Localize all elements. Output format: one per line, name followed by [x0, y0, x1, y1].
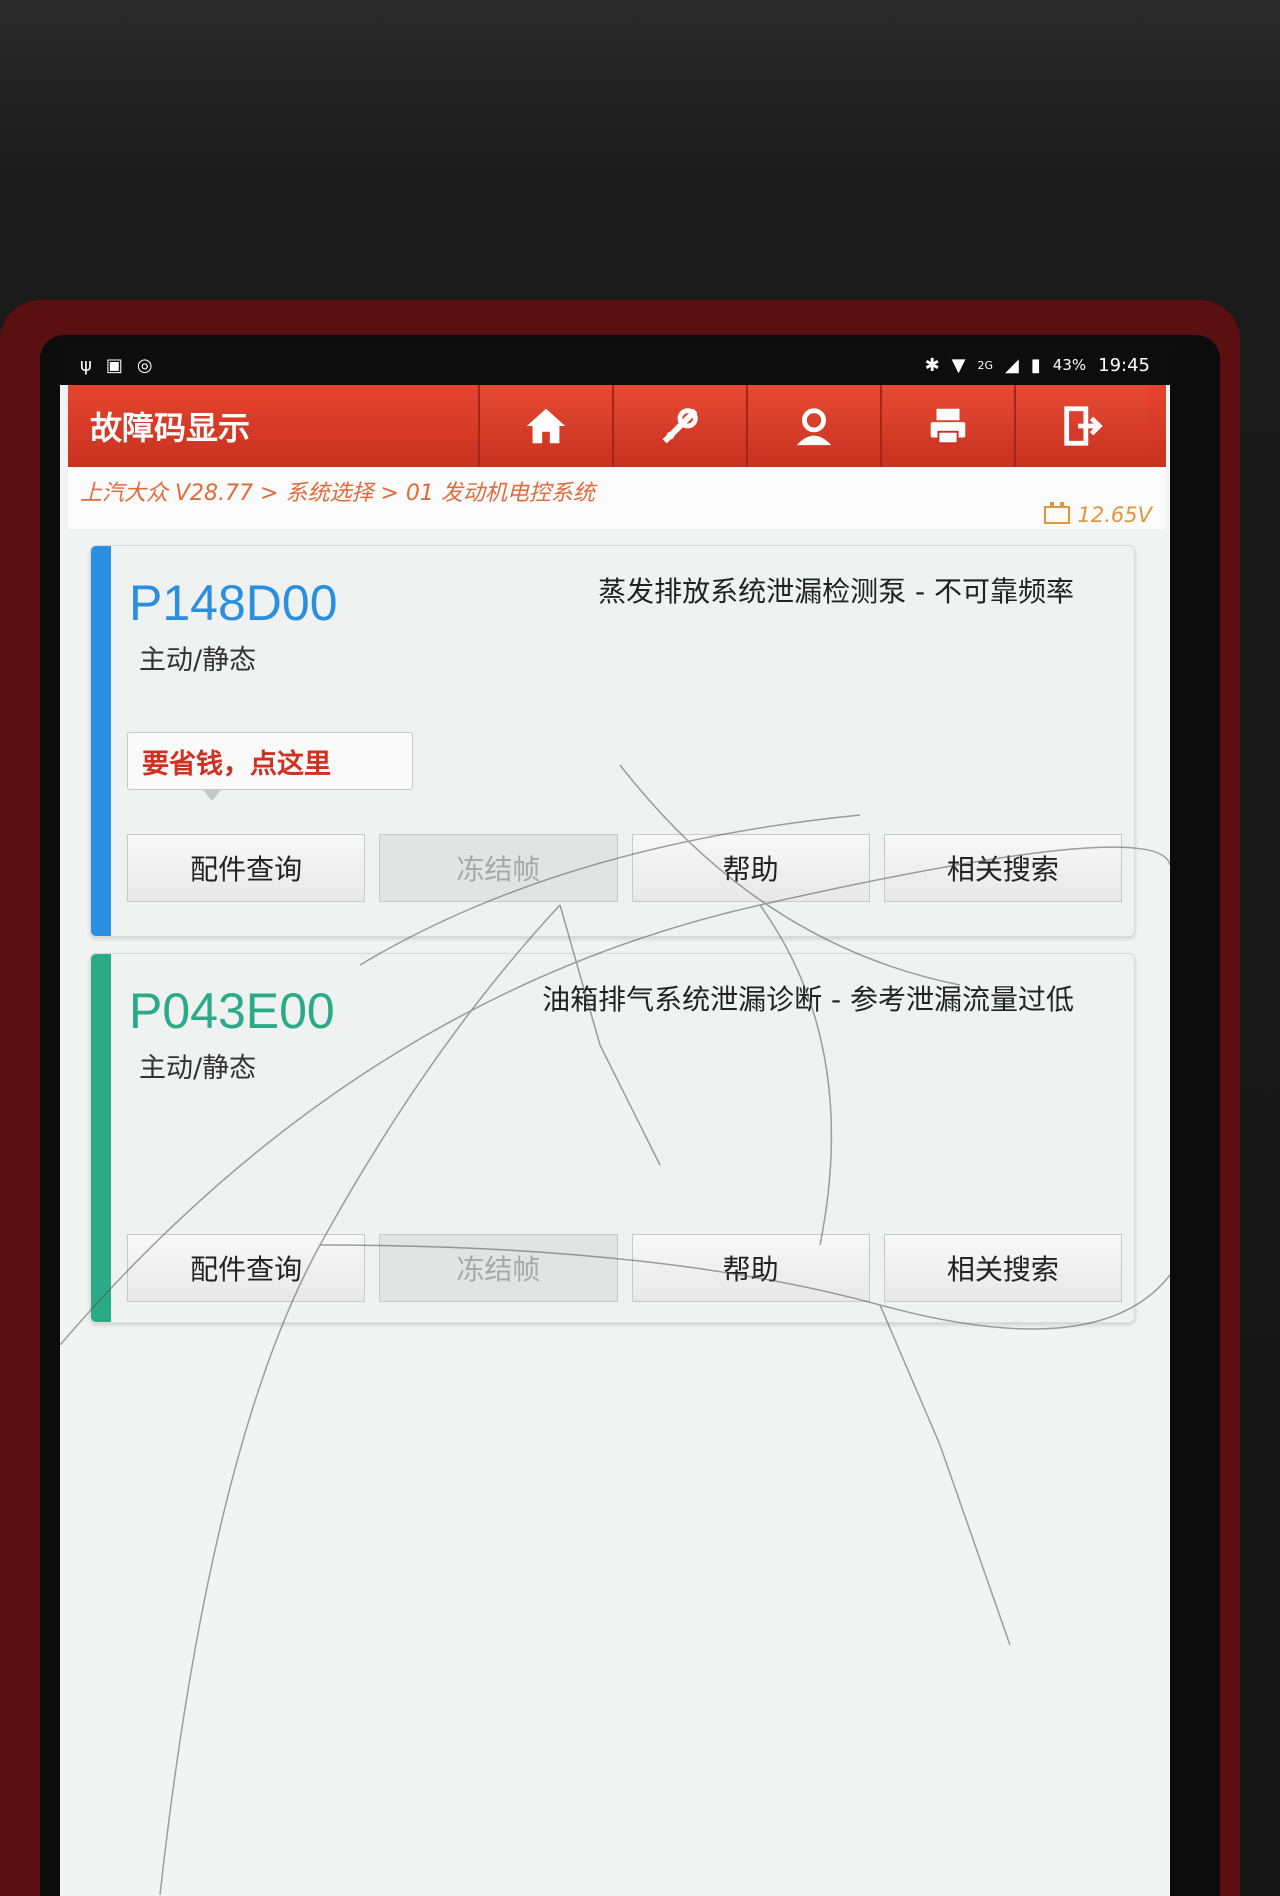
battery-status-icon: ▮ [1030, 354, 1041, 376]
toolbar-nav [478, 385, 1148, 467]
card-accent-strip [91, 954, 111, 1322]
diagnose-icon [662, 408, 698, 444]
device-screen: ψ ▣ ◎ ✱ ▼ 2G ◢ ▮ 43% 19:45 故障码显示 上汽大众 V2… [60, 345, 1170, 1896]
dtc-description: 蒸发排放系统泄漏检测泵 - 不可靠频率 [598, 575, 1074, 608]
card-accent-strip [91, 546, 111, 936]
help-button[interactable]: 帮助 [631, 1234, 870, 1302]
wifi-icon: ▼ [951, 354, 966, 376]
related-search-button[interactable]: 相关搜索 [883, 834, 1122, 902]
bluetooth-icon: ✱ [924, 354, 940, 376]
dtc-code: P043E00 [129, 983, 335, 1039]
bluetooth-circle-icon: ◎ [136, 354, 153, 376]
battery-percent: 43% [1052, 356, 1087, 374]
dtc-card: P148D00 主动/静态 蒸发排放系统泄漏检测泵 - 不可靠频率 要省钱，点这… [90, 545, 1135, 937]
image-icon: ▣ [105, 354, 123, 376]
dtc-actions: 配件查询 冻结帧 帮助 相关搜索 [127, 1234, 1122, 1302]
clock: 19:45 [1098, 354, 1150, 376]
page-title: 故障码显示 [90, 409, 251, 447]
user-icon [796, 408, 832, 446]
status-bar: ψ ▣ ◎ ✱ ▼ 2G ◢ ▮ 43% 19:45 [60, 345, 1170, 385]
network-type: 2G [977, 358, 994, 372]
parts-lookup-button[interactable]: 配件查询 [127, 1234, 366, 1302]
save-money-promo[interactable]: 要省钱，点这里 [127, 732, 413, 801]
dtc-status: 主动/静态 [139, 1053, 257, 1084]
dtc-description: 油箱排气系统泄漏诊断 - 参考泄漏流量过低 [542, 983, 1074, 1016]
signal-icon: ◢ [1005, 354, 1019, 376]
usb-debug-icon: ψ [80, 354, 92, 376]
freeze-frame-button[interactable]: 冻结帧 [379, 834, 618, 902]
breadcrumb-row: 上汽大众 V28.77 > 系统选择 > 01 发动机电控系统 12.65V [68, 467, 1166, 529]
help-button[interactable]: 帮助 [631, 834, 870, 902]
diagnose-button[interactable] [612, 385, 746, 467]
voltage-value: 12.65V [1077, 503, 1152, 527]
parts-lookup-button[interactable]: 配件查询 [127, 834, 366, 902]
car-battery-icon [1043, 502, 1070, 524]
dtc-actions: 配件查询 冻结帧 帮助 相关搜索 [127, 834, 1122, 902]
app-header: 故障码显示 [68, 385, 1166, 467]
breadcrumb: 上汽大众 V28.77 > 系统选择 > 01 发动机电控系统 [80, 481, 595, 506]
related-search-button[interactable]: 相关搜索 [883, 1234, 1122, 1302]
print-icon [930, 408, 966, 445]
user-button[interactable] [746, 385, 880, 467]
print-button[interactable] [880, 385, 1014, 467]
voltage-indicator: 12.65V [1043, 502, 1152, 527]
dtc-card: P043E00 主动/静态 油箱排气系统泄漏诊断 - 参考泄漏流量过低 配件查询… [90, 953, 1135, 1323]
home-button[interactable] [478, 385, 612, 467]
freeze-frame-button[interactable]: 冻结帧 [379, 1234, 618, 1302]
exit-button[interactable] [1014, 385, 1148, 467]
dtc-status: 主动/静态 [139, 645, 257, 676]
dtc-code: P148D00 [129, 575, 338, 631]
home-icon [526, 408, 566, 444]
exit-icon [1064, 406, 1103, 446]
